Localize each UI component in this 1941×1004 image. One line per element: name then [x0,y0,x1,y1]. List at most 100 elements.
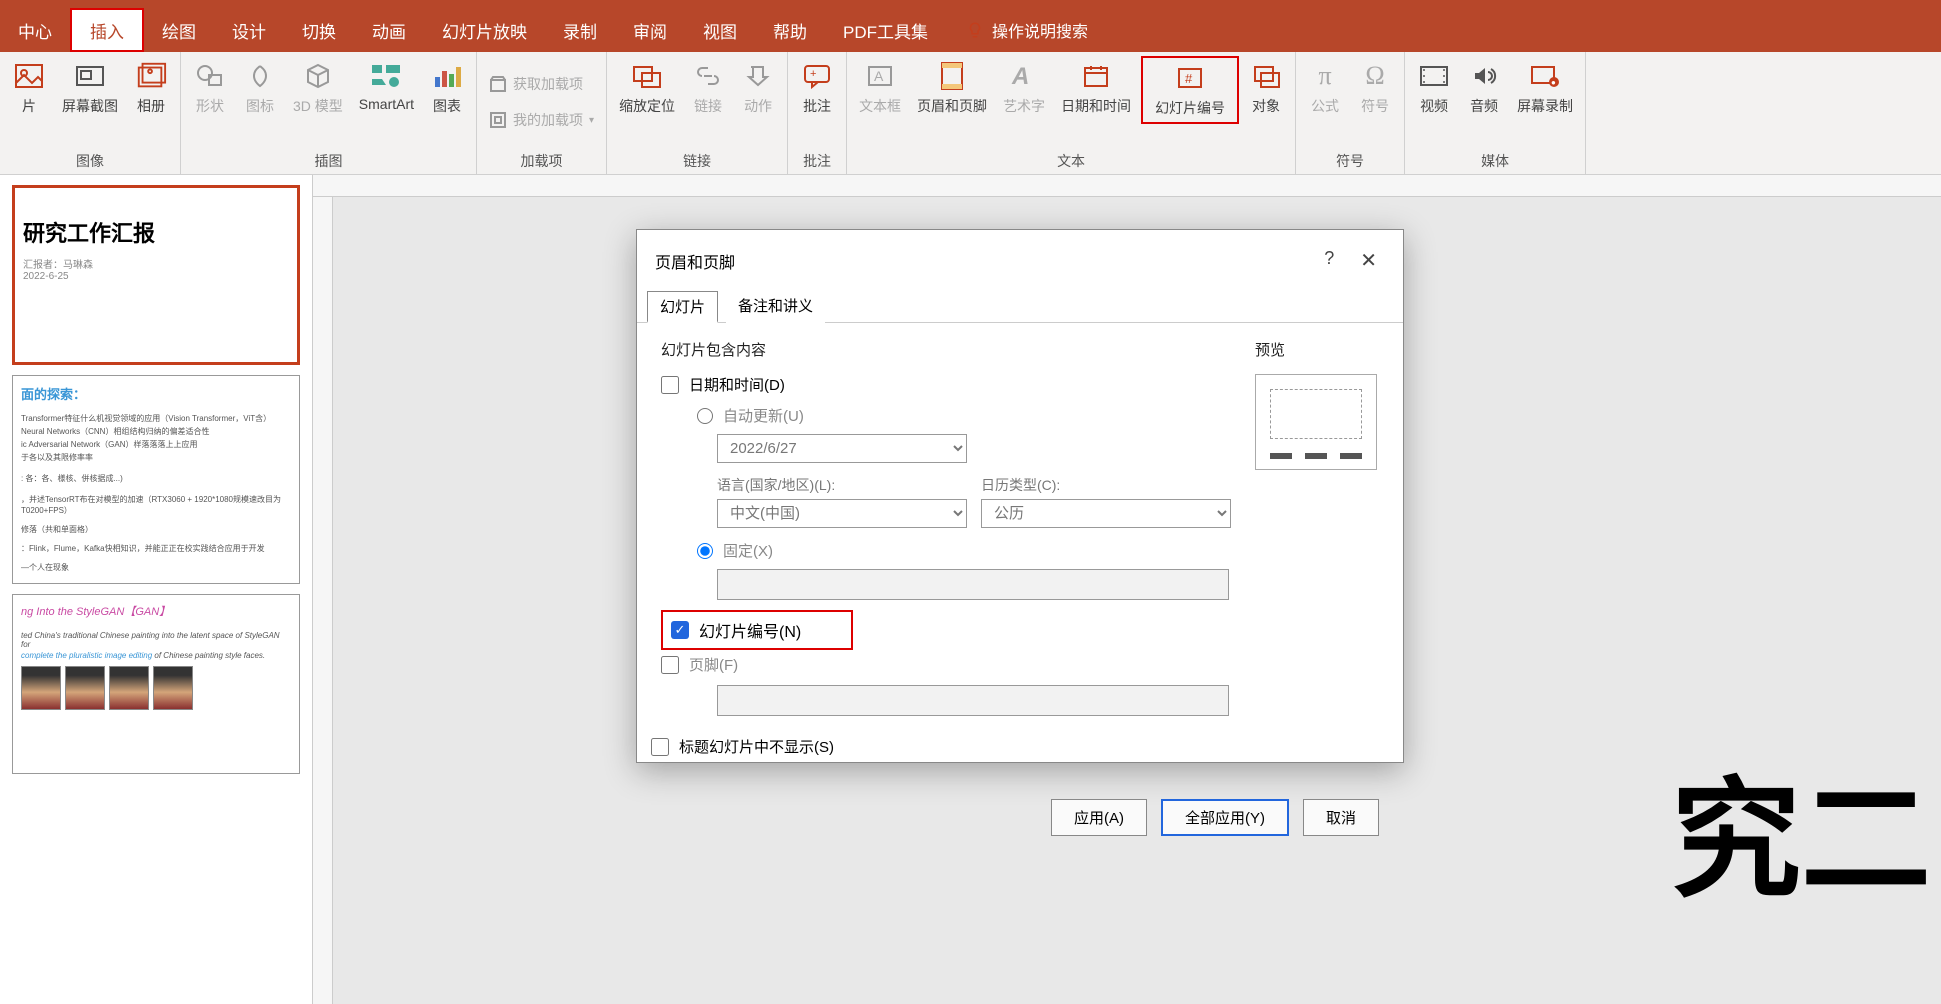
slide3-heading: ng Into the StyleGAN【GAN】 [21,603,291,619]
group-illustration: 形状 图标 3D 模型 SmartArt 图表 插图 [181,52,477,174]
screenshot-icon [75,63,105,89]
checkbox-no-title[interactable]: 标题幻灯片中不显示(S) [651,736,1231,757]
btn-album[interactable]: 相册 [128,56,174,120]
btn-object[interactable]: 对象 [1243,56,1289,120]
tell-me[interactable]: 操作说明搜索 [966,18,1088,42]
dialog-tab-slide[interactable]: 幻灯片 [647,291,718,323]
addins-icon [489,111,507,129]
preview-label: 预览 [1255,339,1379,360]
select-language[interactable]: 中文(中国) [717,499,967,528]
btn-my-addins[interactable]: 我的加载项 ▾ [483,107,600,133]
btn-smartart[interactable]: SmartArt [353,56,420,116]
tab-transition[interactable]: 切换 [284,8,354,52]
checkbox-slide-number[interactable]: ✓ 幻灯片编号(N) [661,610,853,650]
checkbox-footer[interactable]: 页脚(F) [661,654,1231,675]
ruler-vertical [313,197,333,1004]
tab-center[interactable]: 中心 [0,8,70,52]
ribbon-tabs: 中心 插入 绘图 设计 切换 动画 幻灯片放映 录制 审阅 视图 帮助 PDF工… [0,8,1941,52]
btn-symbol[interactable]: Ω符号 [1352,56,1398,120]
input-footer[interactable] [717,685,1229,716]
btn-equation[interactable]: π公式 [1302,56,1348,120]
select-date[interactable]: 2022/6/27 [717,434,967,463]
slide1-reporter: 汇报者：马琳森 [23,256,289,271]
dialog-tab-notes[interactable]: 备注和讲义 [726,291,825,323]
tab-animation[interactable]: 动画 [354,8,424,52]
checkbox-no-title-input[interactable] [651,738,669,756]
tab-help[interactable]: 帮助 [755,8,825,52]
screenrecord-icon: ● [1530,64,1560,88]
radio-fixed[interactable]: 固定(X) [697,540,1231,561]
dialog-close-button[interactable]: ✕ [1352,244,1385,277]
btn-picture[interactable]: 片 [6,56,52,120]
btn-chart[interactable]: 图表 [424,56,470,120]
zoom-icon [632,63,662,89]
btn-zoom[interactable]: 缩放定位 [613,56,681,120]
btn-get-addins[interactable]: 获取加载项 [483,71,589,97]
check-icon: ✓ [671,621,689,639]
group-illustration-label: 插图 [187,148,470,174]
tab-insert[interactable]: 插入 [70,8,144,52]
radio-fixed-input[interactable] [697,543,713,559]
svg-text:A: A [1011,63,1029,90]
album-icon [135,61,167,91]
tab-view[interactable]: 视图 [685,8,755,52]
face-img [65,666,105,710]
slide-thumb-1[interactable]: 研究工作汇报 汇报者：马琳森 2022-6-25 [12,185,300,365]
picture-icon [14,63,44,89]
textbox-icon: A [866,63,894,89]
cancel-button[interactable]: 取消 [1303,799,1379,836]
dialog-help-button[interactable]: ? [1316,244,1342,277]
action-icon [745,63,771,89]
btn-slide-number[interactable]: #幻灯片编号 [1141,56,1239,124]
btn-screen-record[interactable]: ●屏幕录制 [1511,56,1579,120]
ruler-horizontal [313,175,1941,197]
svg-text:A: A [874,68,884,84]
btn-link[interactable]: 链接 [685,56,731,120]
btn-header-footer[interactable]: 页眉和页脚 [911,56,993,120]
btn-shapes[interactable]: 形状 [187,56,233,120]
checkbox-datetime[interactable]: 日期和时间(D) [661,374,1231,395]
group-symbols-label: 符号 [1302,148,1398,174]
slide-thumbnail-panel[interactable]: 研究工作汇报 汇报者：马琳森 2022-6-25 面的探索： Transform… [0,175,313,1004]
tab-pdf[interactable]: PDF工具集 [825,8,946,52]
icons-icon [246,62,274,90]
comment-icon: + [802,63,832,89]
slide-thumb-3[interactable]: ng Into the StyleGAN【GAN】 ted China's tr… [12,594,300,774]
tab-review[interactable]: 审阅 [615,8,685,52]
face-img [21,666,61,710]
btn-3dmodel[interactable]: 3D 模型 [287,56,349,120]
tab-design[interactable]: 设计 [214,8,284,52]
btn-icons[interactable]: 图标 [237,56,283,120]
btn-comment[interactable]: +批注 [794,56,840,120]
calendar-icon [1082,63,1110,89]
btn-wordart[interactable]: A艺术字 [997,56,1051,120]
btn-audio[interactable]: 音频 [1461,56,1507,120]
btn-datetime[interactable]: 日期和时间 [1055,56,1137,120]
checkbox-footer-input[interactable] [661,656,679,674]
tab-draw[interactable]: 绘图 [144,8,214,52]
radio-auto-input[interactable] [697,408,713,424]
cube-icon [304,62,332,90]
tab-record[interactable]: 录制 [545,8,615,52]
group-links-label: 链接 [613,148,781,174]
btn-video[interactable]: 视频 [1411,56,1457,120]
tab-slideshow[interactable]: 幻灯片放映 [424,8,545,52]
header-footer-dialog: 页眉和页脚 ? ✕ 幻灯片 备注和讲义 幻灯片包含内容 日期和时间(D) 自动更… [636,229,1404,763]
slide-thumb-2[interactable]: 面的探索： Transformer特征什么机视觉领域的应用（Vision Tra… [12,375,300,584]
shapes-icon [195,63,225,89]
apply-button[interactable]: 应用(A) [1051,799,1147,836]
audio-icon [1471,63,1497,89]
checkbox-datetime-input[interactable] [661,376,679,394]
apply-all-button[interactable]: 全部应用(Y) [1161,799,1289,836]
object-icon [1252,63,1280,89]
btn-action[interactable]: 动作 [735,56,781,120]
btn-textbox[interactable]: A文本框 [853,56,907,120]
btn-screenshot[interactable]: 屏幕截图 [56,56,124,120]
group-text-label: 文本 [853,148,1289,174]
wordart-icon: A [1009,62,1039,90]
radio-auto[interactable]: 自动更新(U) [697,405,1231,426]
input-fixed-date[interactable] [717,569,1229,600]
slide3-faces [21,666,291,710]
preview-box [1255,374,1377,470]
select-calendar[interactable]: 公历 [981,499,1231,528]
